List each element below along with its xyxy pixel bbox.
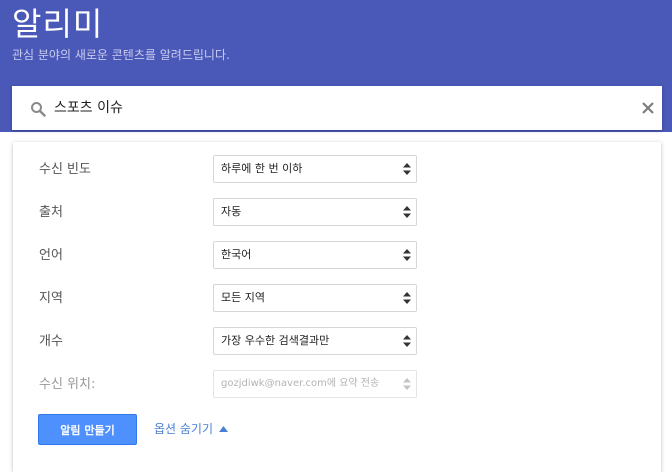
app-title: 알리미 xyxy=(12,5,104,43)
region-label: 지역 xyxy=(39,291,63,306)
search-icon xyxy=(31,102,46,117)
create-alert-button[interactable]: 알림 만들기 xyxy=(38,414,137,445)
sources-label: 출처 xyxy=(39,205,63,220)
count-value: 가장 우수한 검색결과만 xyxy=(221,334,330,347)
deliver-to-label: 수신 위치: xyxy=(39,377,96,392)
caret-up-icon xyxy=(219,426,229,432)
hide-options-link[interactable]: 옵션 숨기기 xyxy=(154,420,229,438)
language-select[interactable]: 한국어 xyxy=(213,241,417,269)
region-value: 모든 지역 xyxy=(221,291,265,304)
region-select[interactable]: 모든 지역 xyxy=(213,284,417,312)
frequency-select[interactable]: 하루에 한 번 이하 xyxy=(213,155,417,183)
deliver-to-select: gozjdiwk@naver.com에 요약 전송 xyxy=(213,370,417,398)
language-label: 언어 xyxy=(39,248,63,263)
sources-select[interactable]: 자동 xyxy=(213,198,417,226)
frequency-label: 수신 빈도 xyxy=(39,162,91,177)
sort-arrows-icon xyxy=(403,335,411,347)
sort-arrows-icon xyxy=(403,163,411,175)
sort-arrows-icon xyxy=(403,206,411,218)
count-select[interactable]: 가장 우수한 검색결과만 xyxy=(213,327,417,355)
deliver-to-value: gozjdiwk@naver.com에 요약 전송 xyxy=(221,378,380,389)
app-subtitle: 관심 분야의 새로운 콘텐츠를 알려드립니다. xyxy=(12,48,230,62)
search-input[interactable] xyxy=(54,86,614,130)
hide-options-label: 옵션 숨기기 xyxy=(154,422,214,436)
frequency-value: 하루에 한 번 이하 xyxy=(221,162,303,175)
sort-arrows-icon xyxy=(403,249,411,261)
sort-arrows-icon xyxy=(403,378,411,390)
language-value: 한국어 xyxy=(221,248,252,261)
sort-arrows-icon xyxy=(403,292,411,304)
sources-value: 자동 xyxy=(221,205,242,218)
count-label: 개수 xyxy=(39,334,63,349)
close-icon[interactable] xyxy=(640,100,656,116)
search-box[interactable] xyxy=(12,86,662,130)
